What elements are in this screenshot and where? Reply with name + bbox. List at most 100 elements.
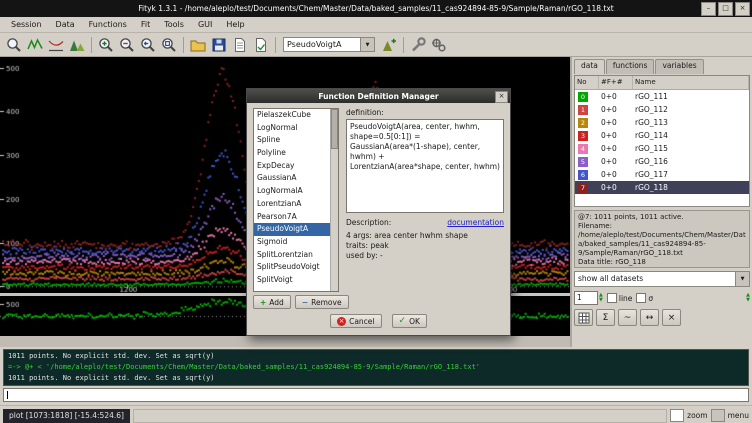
documentation-link[interactable]: documentation	[447, 218, 504, 227]
function-type-item[interactable]: Sigmoid	[254, 236, 338, 249]
maximize-button[interactable]: □	[718, 2, 733, 16]
zoom-all-icon[interactable]	[159, 35, 179, 55]
dataset-ff-cell: 0+0	[599, 157, 633, 166]
window-titlebar[interactable]: Fityk 1.3.1 - /home/aleplo/test/Document…	[0, 0, 752, 17]
function-type-item[interactable]: SplitPseudoVoigt	[254, 261, 338, 274]
function-type-item[interactable]: GaussianA	[254, 172, 338, 185]
console-log[interactable]: 1011 points. No explicit std. dev. Set a…	[3, 349, 749, 386]
data-range-mode-icon[interactable]	[25, 35, 45, 55]
dataset-reorder-arrows[interactable]: ▲▼	[746, 293, 750, 303]
definition-textbox[interactable]: PseudoVoigtA(area, center, hwhm, shape=0…	[346, 119, 504, 213]
point-size-value[interactable]: 1	[574, 291, 598, 305]
baseline-mode-icon[interactable]	[46, 35, 66, 55]
add-button[interactable]: +Add	[253, 295, 291, 309]
function-type-item[interactable]: LorentzianA	[254, 198, 338, 211]
dataset-row[interactable]: 10+0rGO_112	[575, 103, 749, 116]
toolbar-separator	[275, 37, 276, 53]
dataset-filter-combobox[interactable]: show all datasets	[574, 271, 736, 287]
dataset-name-cell: rGO_116	[633, 157, 749, 166]
statusbar-menu-icon[interactable]	[711, 409, 725, 422]
function-type-item[interactable]: LogNormalA	[254, 185, 338, 198]
function-combobox-value[interactable]: PseudoVoigtA	[283, 37, 361, 52]
dataset-buttons-row: Σ~↔×	[574, 309, 750, 326]
remove-button[interactable]: −Remove	[295, 295, 349, 309]
function-type-item[interactable]: Spline	[254, 134, 338, 147]
menu-fit[interactable]: Fit	[134, 19, 157, 30]
function-combobox[interactable]: PseudoVoigtA▼	[283, 37, 375, 52]
dialog-close-icon[interactable]: ×	[495, 91, 508, 103]
scrollbar-thumb[interactable]	[331, 109, 338, 149]
statusbar-zoom-box[interactable]	[670, 409, 684, 422]
add-peak-mode-icon[interactable]	[67, 35, 87, 55]
function-type-item[interactable]: PseudoVoigtA	[254, 223, 338, 236]
statusbar-menu-label[interactable]: menu	[728, 411, 749, 420]
dataset-row[interactable]: 60+0rGO_117	[575, 168, 749, 181]
minus-icon: −	[302, 298, 308, 307]
dataset-row[interactable]: 00+0rGO_111	[575, 90, 749, 103]
function-traits-info: traits: peak	[346, 241, 504, 251]
tab-variables[interactable]: variables	[655, 59, 703, 74]
dataset-row[interactable]: 70+0rGO_118	[575, 181, 749, 194]
dataset-color-swatch: 7	[578, 183, 588, 193]
menu-tools[interactable]: Tools	[157, 19, 191, 30]
quick-transform-button[interactable]: ~	[618, 309, 637, 326]
statusbar-zoom-label[interactable]: zoom	[687, 411, 707, 420]
chevron-down-icon[interactable]: ▼	[736, 271, 750, 287]
open-data-icon[interactable]	[188, 35, 208, 55]
delete-button[interactable]: ×	[662, 309, 681, 326]
function-type-list[interactable]: PielaszekCubeLogNormalSplinePolylineExpD…	[253, 108, 339, 292]
close-button[interactable]: ×	[735, 2, 750, 16]
window-buttons: – □ ×	[701, 2, 750, 16]
spinner-arrows-icon[interactable]: ▲▼	[599, 293, 603, 303]
point-size-spinner[interactable]: 1 ▲▼	[574, 291, 603, 305]
dataset-row[interactable]: 30+0rGO_114	[575, 129, 749, 142]
chevron-down-icon[interactable]: ▼	[361, 37, 375, 52]
checkbox-icon[interactable]	[607, 293, 617, 303]
cancel-button[interactable]: ×Cancel	[330, 314, 381, 328]
fit-icon[interactable]	[408, 35, 428, 55]
function-type-item[interactable]: SplitLorentzian	[254, 249, 338, 262]
dataset-ff-cell: 0+0	[599, 118, 633, 127]
tab-functions[interactable]: functions	[606, 59, 655, 74]
zoom-in-icon[interactable]	[96, 35, 116, 55]
function-type-item[interactable]: ExpDecay	[254, 160, 338, 173]
command-input[interactable]	[3, 388, 749, 402]
previous-zoom-icon[interactable]	[138, 35, 158, 55]
zoom-out-icon[interactable]	[117, 35, 137, 55]
data-table-button[interactable]	[574, 309, 593, 326]
menu-gui[interactable]: GUI	[191, 19, 219, 30]
menubar: SessionDataFunctionsFitToolsGUIHelp	[0, 17, 752, 33]
settings-icon[interactable]	[429, 35, 449, 55]
ok-button[interactable]: ✓OK	[392, 314, 427, 328]
minimize-button[interactable]: –	[701, 2, 716, 16]
zoom-mode-icon[interactable]	[4, 35, 24, 55]
dialog-titlebar[interactable]: Function Definition Manager ×	[247, 89, 510, 103]
dataset-row[interactable]: 20+0rGO_113	[575, 116, 749, 129]
sigma-checkbox[interactable]: σ	[636, 293, 653, 303]
menu-functions[interactable]: Functions	[82, 19, 134, 30]
execute-script-icon[interactable]	[230, 35, 250, 55]
function-type-item[interactable]: PielaszekCube	[254, 109, 338, 122]
console-area: 1011 points. No explicit std. dev. Set a…	[0, 347, 752, 405]
function-type-item[interactable]: SplitVoigt	[254, 274, 338, 287]
sum-button[interactable]: Σ	[596, 309, 615, 326]
save-session-icon[interactable]	[209, 35, 229, 55]
tab-data[interactable]: data	[574, 59, 605, 74]
log-icon[interactable]	[251, 35, 271, 55]
dataset-number-cell: 0	[575, 92, 599, 102]
function-type-item[interactable]: Polyline	[254, 147, 338, 160]
console-line: =-> @+ < '/home/aleplo/test/Documents/Ch…	[8, 362, 744, 373]
menu-session[interactable]: Session	[4, 19, 49, 30]
menu-data[interactable]: Data	[49, 19, 82, 30]
line-checkbox[interactable]: line	[607, 293, 633, 303]
dataset-number-cell: 6	[575, 170, 599, 180]
dataset-row[interactable]: 40+0rGO_115	[575, 142, 749, 155]
checkbox-icon[interactable]	[636, 293, 646, 303]
function-type-item[interactable]: Pearson7A	[254, 211, 338, 224]
dataset-row[interactable]: 50+0rGO_116	[575, 155, 749, 168]
swap-button[interactable]: ↔	[640, 309, 659, 326]
menu-help[interactable]: Help	[219, 19, 251, 30]
list-scrollbar[interactable]	[330, 109, 338, 291]
function-type-item[interactable]: LogNormal	[254, 122, 338, 135]
add-function-icon[interactable]	[379, 35, 399, 55]
